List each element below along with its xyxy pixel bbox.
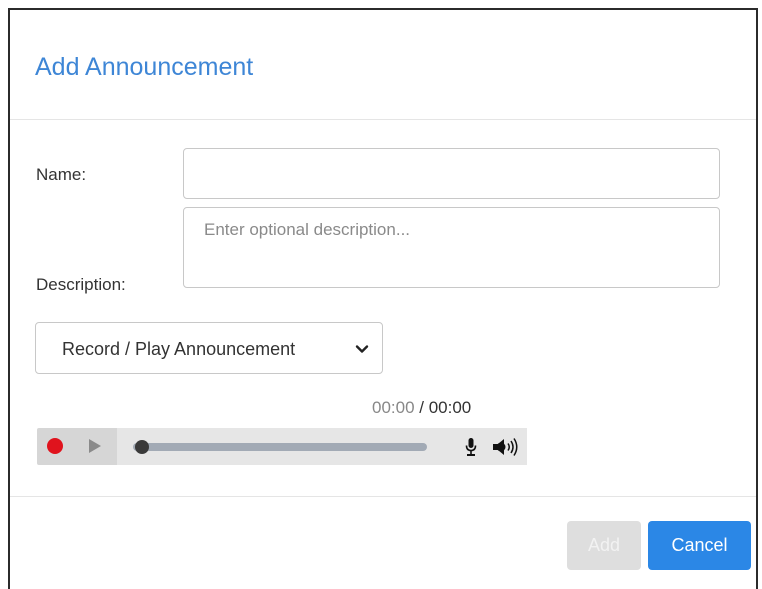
time-separator: / (414, 398, 429, 417)
playback-time: 00:00 / 00:00 (372, 398, 471, 418)
audio-player (37, 428, 527, 465)
record-icon[interactable] (47, 438, 63, 454)
current-time: 00:00 (372, 398, 415, 417)
cancel-button[interactable]: Cancel (648, 521, 751, 570)
description-label: Description: (36, 275, 126, 294)
player-track-area (117, 428, 527, 465)
name-label: Name: (36, 165, 87, 184)
add-button[interactable]: Add (567, 521, 641, 570)
announcement-mode-selected: Record / Play Announcement (62, 339, 296, 359)
chevron-down-icon (355, 345, 369, 353)
announcement-mode-select[interactable]: Record / Play Announcement (35, 322, 383, 374)
dialog-title: Add Announcement (35, 53, 254, 81)
speaker-icon[interactable] (491, 436, 521, 458)
footer-divider (10, 496, 756, 497)
total-time: 00:00 (428, 398, 472, 417)
seek-bar[interactable] (133, 443, 427, 451)
description-input[interactable] (183, 207, 720, 288)
seek-thumb[interactable] (135, 440, 149, 454)
microphone-icon[interactable] (465, 437, 477, 457)
dialog-header: Add Announcement (10, 10, 756, 120)
play-icon[interactable] (89, 439, 101, 453)
add-announcement-dialog: Add Announcement Name: Description: Reco… (8, 8, 758, 589)
name-input[interactable] (183, 148, 720, 199)
